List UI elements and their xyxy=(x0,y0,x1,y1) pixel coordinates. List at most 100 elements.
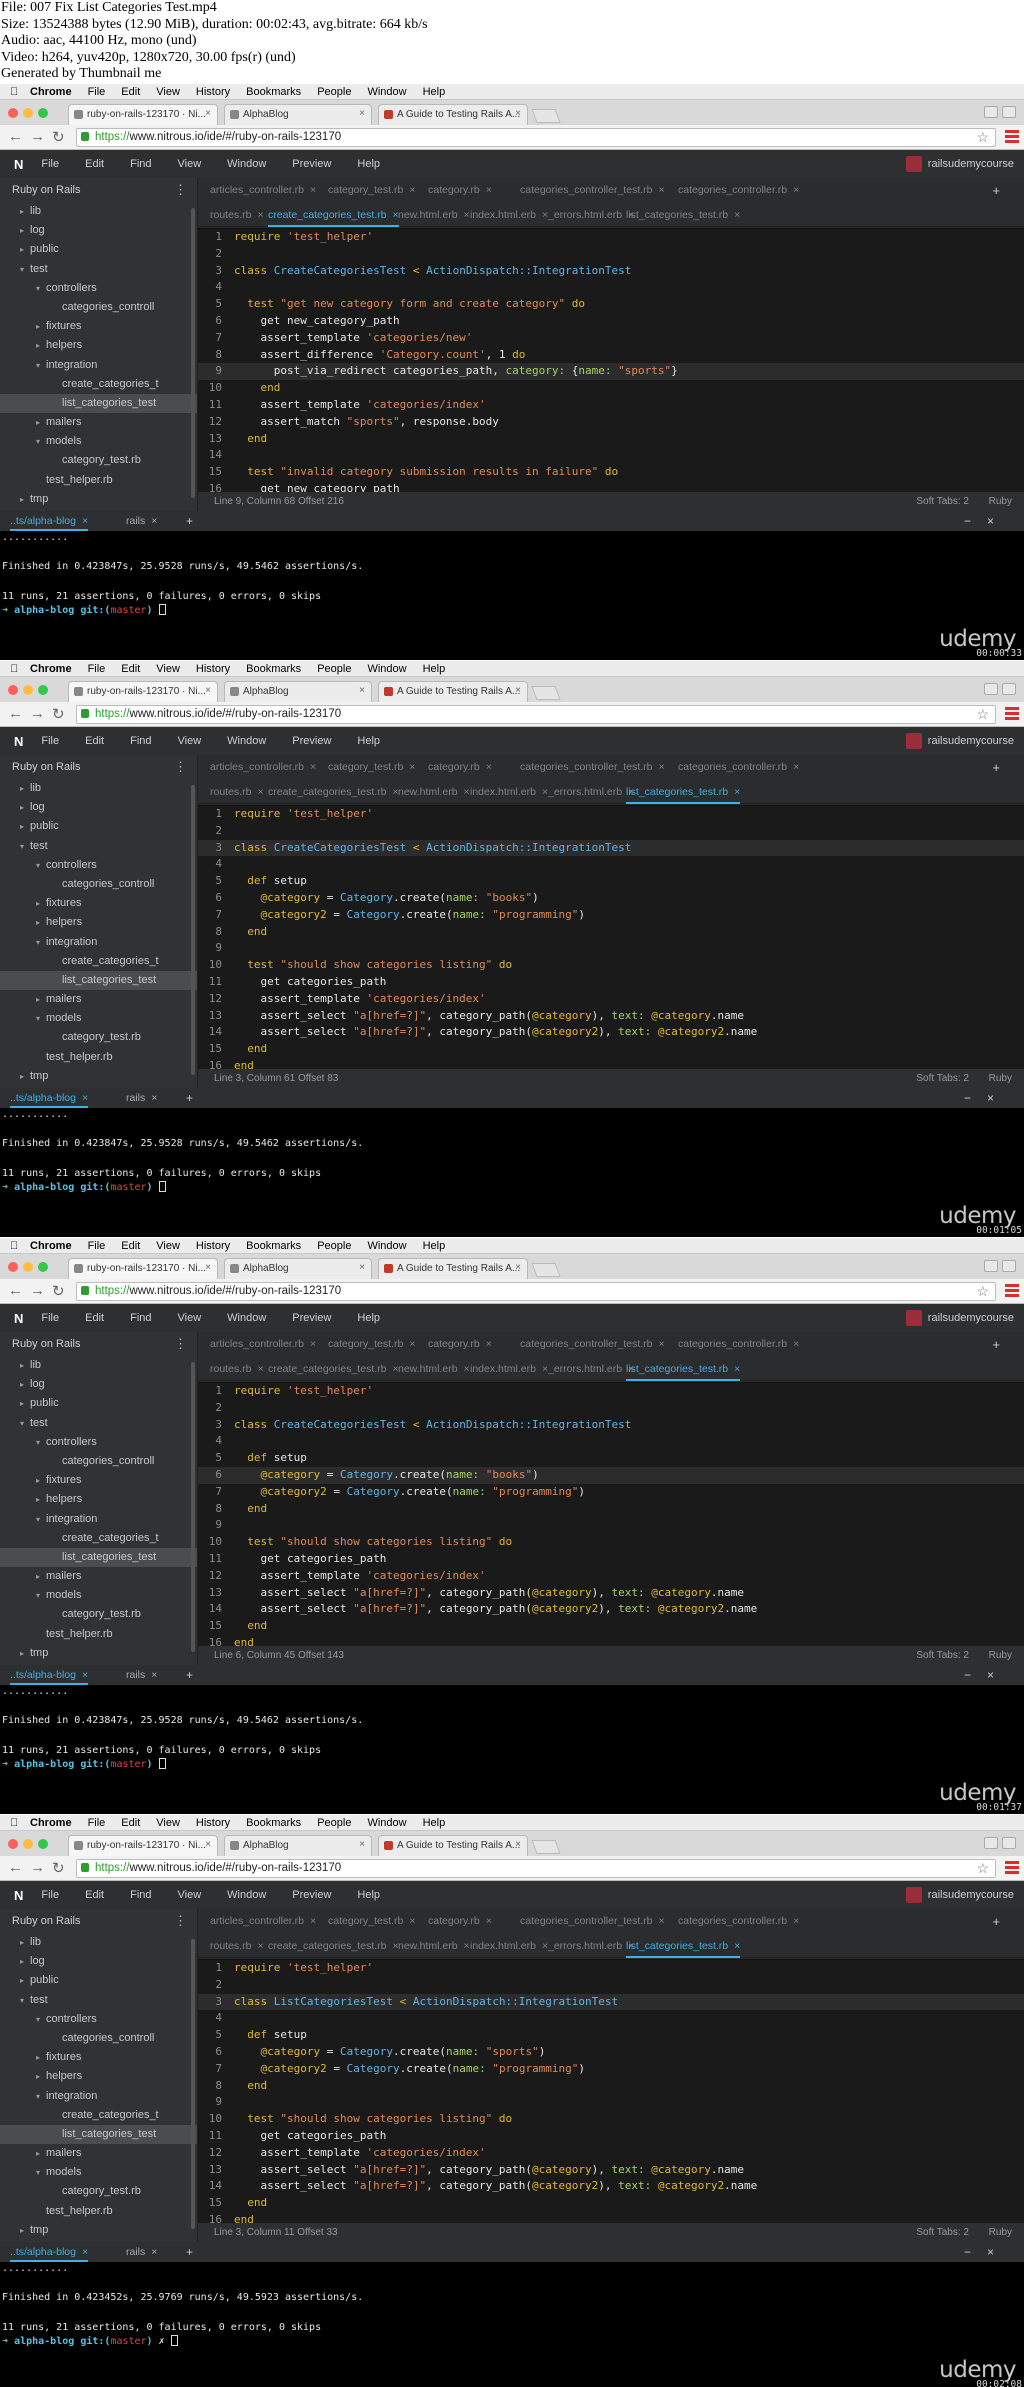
close-tab-icon[interactable]: × xyxy=(359,1839,365,1850)
close-icon[interactable]: × xyxy=(734,786,740,798)
close-icon[interactable]: × xyxy=(486,184,492,196)
terminal[interactable]: ........... Finished in 0.423847s, 25.95… xyxy=(0,1685,1024,1814)
minimize-window-icon[interactable] xyxy=(23,1262,33,1272)
close-icon[interactable]: × xyxy=(659,1338,665,1350)
file-tree-item[interactable]: category_test.rb xyxy=(0,451,197,470)
editor-tab[interactable]: categories_controller_test.rb × xyxy=(520,1338,665,1350)
menu-file[interactable]: File xyxy=(88,1817,106,1829)
more-vertical-icon[interactable]: ⋮ xyxy=(174,759,187,775)
back-icon[interactable]: ← xyxy=(8,1859,23,1876)
menu-bookmarks[interactable]: Bookmarks xyxy=(246,663,301,675)
close-icon[interactable]: × xyxy=(310,1915,316,1927)
close-icon[interactable]: × xyxy=(734,1940,740,1952)
file-tree-item[interactable]: ▾ test xyxy=(0,837,197,856)
terminal-tab-rails[interactable]: rails × xyxy=(126,515,157,527)
close-icon[interactable]: × xyxy=(310,184,316,196)
editor-tab[interactable]: categories_controller_test.rb × xyxy=(520,761,665,773)
minimize-window-icon[interactable] xyxy=(23,1839,33,1849)
file-tree-item[interactable]: ▸ lib xyxy=(0,1356,197,1375)
menu-chrome[interactable]: Chrome xyxy=(30,1240,72,1252)
ide-menu-view[interactable]: View xyxy=(178,1312,202,1324)
file-tree-item[interactable]: ▾ integration xyxy=(0,356,197,375)
ide-menu-file[interactable]: File xyxy=(41,1312,59,1324)
close-icon[interactable]: × xyxy=(151,1669,157,1681)
terminal-tab-rails[interactable]: rails × xyxy=(126,2246,157,2258)
close-window-icon[interactable] xyxy=(8,685,18,695)
editor-tab[interactable]: routes.rb × xyxy=(210,209,264,221)
address-input[interactable]: https://www.nitrous.io/ide/#/ruby-on-rai… xyxy=(76,705,996,724)
add-tab-icon[interactable]: + xyxy=(992,1337,1000,1352)
close-icon[interactable]: × xyxy=(82,1092,88,1104)
close-tab-icon[interactable]: × xyxy=(205,1839,211,1850)
close-icon[interactable]: × xyxy=(464,786,470,798)
bookmark-star-icon[interactable]: ☆ xyxy=(976,706,989,723)
bookmark-star-icon[interactable]: ☆ xyxy=(976,129,989,146)
editor-tab[interactable]: _errors.html.erb × xyxy=(548,1363,634,1375)
file-tree-item[interactable]: ▸ helpers xyxy=(0,1490,197,1509)
zoom-window-icon[interactable] xyxy=(38,108,48,118)
browser-tab-ide[interactable]: ruby-on-rails-123170 · Ni... × xyxy=(68,681,218,702)
close-icon[interactable]: × xyxy=(310,1338,316,1350)
close-icon[interactable]: × xyxy=(734,209,740,221)
editor-tab[interactable]: routes.rb × xyxy=(210,1363,264,1375)
apple-icon[interactable]:  xyxy=(10,86,22,98)
menu-view[interactable]: View xyxy=(156,1240,180,1252)
user-menu[interactable]: railsudemycourse xyxy=(905,1887,1014,1903)
file-tree-item[interactable]: ▸ lib xyxy=(0,1933,197,1952)
close-icon[interactable]: × xyxy=(486,761,492,773)
close-icon[interactable]: × xyxy=(151,515,157,527)
menu-file[interactable]: File xyxy=(88,86,106,98)
apple-icon[interactable]:  xyxy=(10,1240,22,1252)
ide-menu-help[interactable]: Help xyxy=(357,1889,380,1901)
ide-menu-file[interactable]: File xyxy=(41,735,59,747)
new-tab-button[interactable] xyxy=(531,109,561,123)
forward-icon[interactable]: → xyxy=(30,705,45,722)
language-mode[interactable]: Ruby xyxy=(989,492,1012,511)
file-tree-item[interactable]: ▾ controllers xyxy=(0,856,197,875)
editor-tab[interactable]: categories_controller.rb × xyxy=(678,184,799,196)
add-tab-icon[interactable]: + xyxy=(992,1914,1000,1929)
file-tree-item[interactable]: ▸ tmp xyxy=(0,2221,197,2240)
ide-menu-view[interactable]: View xyxy=(178,735,202,747)
menu-chrome[interactable]: Chrome xyxy=(30,663,72,675)
reload-icon[interactable]: ↻ xyxy=(52,1282,65,1300)
close-icon[interactable]: × xyxy=(151,1092,157,1104)
editor-tab[interactable]: index.html.erb × xyxy=(470,1363,548,1375)
close-icon[interactable]: × xyxy=(257,1940,263,1952)
file-tree-item[interactable]: ▸ tmp xyxy=(0,490,197,509)
close-icon[interactable]: × xyxy=(659,1915,665,1927)
menu-bookmarks[interactable]: Bookmarks xyxy=(246,1240,301,1252)
close-icon[interactable]: × xyxy=(409,1915,415,1927)
ide-menu-preview[interactable]: Preview xyxy=(292,158,331,170)
close-tab-icon[interactable]: × xyxy=(359,108,365,119)
ide-menu-view[interactable]: View xyxy=(178,158,202,170)
editor-tab[interactable]: articles_controller.rb × xyxy=(210,761,316,773)
close-icon[interactable]: × xyxy=(82,515,88,527)
ide-menu-edit[interactable]: Edit xyxy=(85,735,104,747)
editor-tab[interactable]: categories_controller_test.rb × xyxy=(520,184,665,196)
file-tree-item[interactable]: list_categories_test xyxy=(0,1547,197,1568)
bookmark-star-icon[interactable]: ☆ xyxy=(976,1860,989,1877)
sidebar-scrollbar[interactable] xyxy=(191,1362,195,1652)
file-tree-item[interactable]: ▸ mailers xyxy=(0,413,197,432)
menu-file[interactable]: File xyxy=(88,1240,106,1252)
address-input[interactable]: https://www.nitrous.io/ide/#/ruby-on-rai… xyxy=(76,1282,996,1301)
forward-icon[interactable]: → xyxy=(30,1859,45,1876)
editor-tab[interactable]: _errors.html.erb × xyxy=(548,1940,634,1952)
file-tree-item[interactable]: ▸ log xyxy=(0,1952,197,1971)
apple-icon[interactable]:  xyxy=(10,663,22,675)
menu-view[interactable]: View xyxy=(156,86,180,98)
browser-tab-ide[interactable]: ruby-on-rails-123170 · Ni... × xyxy=(68,1258,218,1279)
close-icon[interactable]: × xyxy=(82,1669,88,1681)
chrome-menu-icon[interactable] xyxy=(1005,1284,1019,1297)
file-tree-item[interactable]: ▸ public xyxy=(0,1971,197,1990)
menu-window[interactable]: Window xyxy=(367,1240,406,1252)
close-tab-icon[interactable]: × xyxy=(205,1262,211,1273)
editor-tab[interactable]: create_categories_test.rb × xyxy=(268,1363,399,1375)
file-tree-item[interactable]: category_test.rb xyxy=(0,2182,197,2201)
soft-tabs-setting[interactable]: Soft Tabs: 2 xyxy=(916,1646,969,1665)
sidebar-scrollbar[interactable] xyxy=(191,785,195,1075)
more-vertical-icon[interactable]: ⋮ xyxy=(174,1336,187,1352)
file-tree-item[interactable]: ▾ models xyxy=(0,432,197,451)
apple-icon[interactable]:  xyxy=(10,1817,22,1829)
